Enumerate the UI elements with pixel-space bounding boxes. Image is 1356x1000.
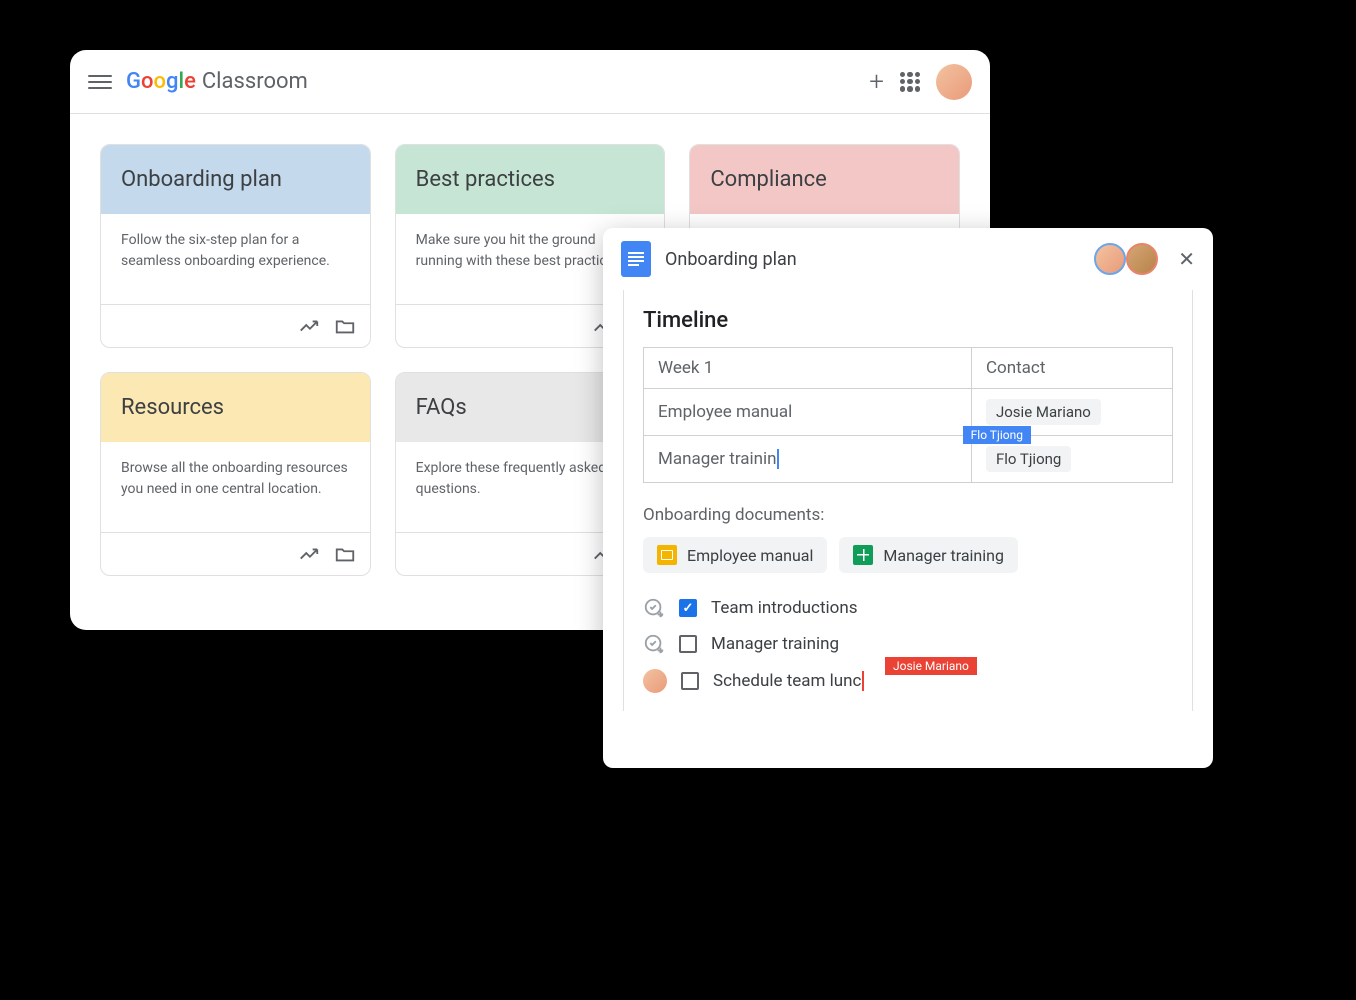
collaborator-avatar[interactable] (1094, 243, 1126, 275)
assignee-avatar[interactable] (643, 669, 667, 693)
app-name: Classroom (202, 69, 308, 94)
doc-chip-slides[interactable]: Employee manual (643, 537, 827, 573)
timeline-table[interactable]: Week 1 Contact Employee manual Josie Mar… (643, 347, 1173, 483)
contact-chip[interactable]: Flo Tjiong (986, 446, 1071, 472)
collab-cursor-label: Josie Mariano (885, 657, 977, 675)
class-card-onboarding[interactable]: Onboarding plan Follow the six-step plan… (100, 144, 371, 348)
google-slides-icon (657, 545, 677, 565)
task-row: Manager training (643, 633, 1173, 655)
checkbox[interactable] (679, 599, 697, 617)
card-footer (101, 532, 370, 575)
card-title: Resources (101, 373, 370, 442)
apps-grid-icon[interactable] (900, 72, 920, 92)
card-desc: Follow the six-step plan for a seamless … (101, 214, 370, 304)
table-row: Manager trainin Flo Tjiong Flo Tjiong (644, 436, 1173, 483)
collab-cursor-red (862, 671, 864, 691)
docs-header: Onboarding plan ✕ (603, 228, 1213, 290)
table-header-cell[interactable]: Contact (971, 348, 1172, 389)
table-row: Employee manual Josie Mariano (644, 389, 1173, 436)
checkbox[interactable] (681, 672, 699, 690)
classroom-header: Google Classroom + (70, 50, 990, 114)
task-list: Team introductions Manager training Sche… (643, 597, 1173, 693)
card-title: Onboarding plan (101, 145, 370, 214)
folder-icon[interactable] (334, 315, 356, 337)
collab-cursor-blue (777, 449, 779, 469)
contact-chip[interactable]: Josie Mariano (986, 399, 1101, 425)
analytics-icon[interactable] (298, 543, 320, 565)
checkbox[interactable] (679, 635, 697, 653)
folder-icon[interactable] (334, 543, 356, 565)
google-logo: Google (126, 69, 196, 94)
task-label[interactable]: Team introductions (711, 598, 858, 618)
card-title: Compliance (690, 145, 959, 214)
doc-chips-row: Employee manual Manager training (643, 537, 1173, 573)
task-row: Schedule team lunc Josie Mariano (643, 669, 1173, 693)
timeline-heading: Timeline (643, 308, 1173, 333)
task-row: Team introductions (643, 597, 1173, 619)
table-cell[interactable]: Employee manual (644, 389, 972, 436)
task-label[interactable]: Schedule team lunc Josie Mariano (713, 671, 864, 692)
menu-icon[interactable] (88, 70, 112, 94)
collaborator-avatar[interactable] (1126, 243, 1158, 275)
card-desc: Browse all the onboarding resources you … (101, 442, 370, 532)
table-row: Week 1 Contact (644, 348, 1173, 389)
documents-label: Onboarding documents: (643, 505, 1173, 525)
docs-body[interactable]: Timeline Week 1 Contact Employee manual … (603, 290, 1213, 711)
assign-task-icon[interactable] (643, 633, 665, 655)
card-footer (101, 304, 370, 347)
docs-window: Onboarding plan ✕ Timeline Week 1 Contac… (603, 228, 1213, 768)
google-docs-icon (621, 241, 651, 277)
add-icon[interactable]: + (869, 67, 884, 97)
user-avatar[interactable] (936, 64, 972, 100)
table-cell[interactable]: Flo Tjiong (971, 436, 1172, 483)
doc-chip-sheets[interactable]: Manager training (839, 537, 1018, 573)
table-header-cell[interactable]: Week 1 (644, 348, 972, 389)
google-sheets-icon (853, 545, 873, 565)
assign-task-icon[interactable] (643, 597, 665, 619)
class-card-resources[interactable]: Resources Browse all the onboarding reso… (100, 372, 371, 576)
task-label[interactable]: Manager training (711, 634, 839, 654)
table-cell[interactable]: Manager trainin Flo Tjiong (644, 436, 972, 483)
card-title: Best practices (396, 145, 665, 214)
analytics-icon[interactable] (298, 315, 320, 337)
close-icon[interactable]: ✕ (1178, 247, 1195, 271)
docs-title[interactable]: Onboarding plan (665, 249, 797, 270)
